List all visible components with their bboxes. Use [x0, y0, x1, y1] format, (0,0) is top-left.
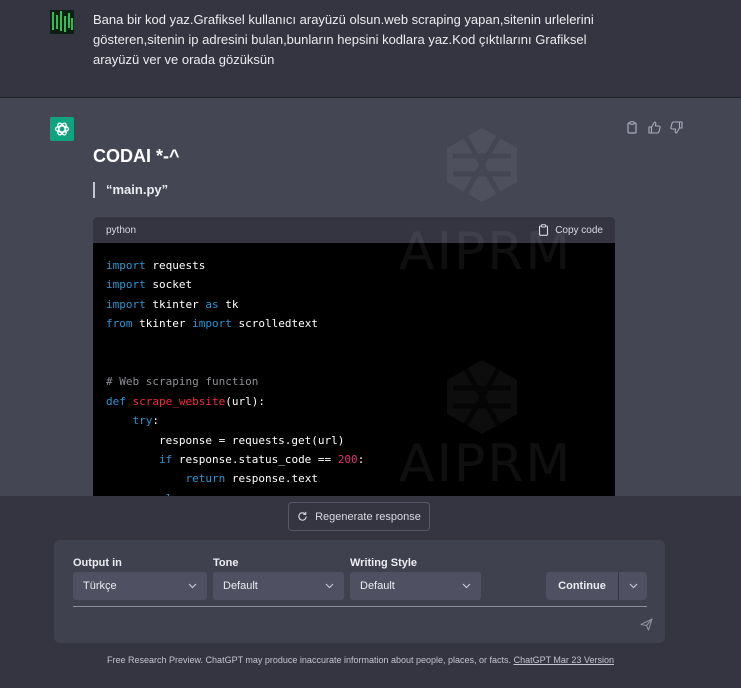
assistant-message-row: CODAI *-^ “main.py” python Copy code AIP…	[0, 98, 741, 500]
code-line: from tkinter import scrolledtext	[106, 317, 318, 331]
continue-button[interactable]: Continue	[546, 572, 618, 600]
thumbs-up-icon[interactable]	[646, 119, 662, 135]
refresh-icon	[298, 511, 307, 521]
user-message-text: Bana bir kod yaz.Grafiksel kullanıcı ara…	[93, 12, 594, 67]
footer-version-link[interactable]: ChatGPT Mar 23 Version	[514, 655, 614, 665]
output-in-select[interactable]: Türkçe	[73, 572, 207, 600]
chevron-down-icon	[188, 583, 197, 589]
aiprm-watermark-logo-icon	[447, 128, 517, 202]
response-title: CODAI *-^	[93, 146, 180, 166]
tone-value: Default	[223, 580, 258, 592]
chevron-down-icon	[325, 583, 334, 589]
user-message-row: Bana bir kod yaz.Grafiksel kullanıcı ara…	[0, 0, 741, 98]
code-language: python	[106, 224, 137, 236]
aiprm-watermark-logo-icon	[447, 360, 517, 434]
thumbs-down-icon[interactable]	[668, 119, 684, 135]
continue-dropdown-button[interactable]	[618, 572, 647, 600]
blockquote: “main.py”	[93, 182, 168, 198]
composer-area: Regenerate response Output in Türkçe Ton…	[0, 496, 741, 688]
chevron-down-icon	[462, 583, 471, 589]
code-line: def scrape_website(url):	[106, 394, 265, 408]
chevron-down-icon	[629, 583, 637, 589]
tone-label: Tone	[213, 557, 239, 569]
send-icon[interactable]	[640, 618, 653, 631]
message-actions	[624, 119, 684, 135]
regenerate-label: Regenerate response	[315, 510, 421, 523]
aiprm-watermark: AIPRM	[399, 222, 573, 282]
continue-button-group: Continue	[546, 572, 647, 600]
output-in-label: Output in	[73, 557, 122, 569]
user-avatar	[50, 10, 74, 34]
code-content: AIPRM AIPRM import requests import socket im…	[93, 222, 615, 500]
panel-divider	[73, 606, 647, 607]
footer-text: Free Research Preview. ChatGPT may produ…	[107, 655, 512, 665]
aiprm-prompt-panel: Output in Türkçe Tone Default Writing St…	[54, 540, 665, 643]
output-in-value: Türkçe	[83, 580, 117, 592]
regenerate-response-button[interactable]: Regenerate response	[288, 502, 430, 531]
code-line: import tkinter as tk	[106, 297, 239, 311]
code-line: # Web scraping function	[106, 375, 259, 389]
writing-style-select[interactable]: Default	[350, 572, 481, 600]
writing-style-label: Writing Style	[350, 557, 418, 569]
writing-style-value: Default	[360, 580, 395, 592]
code-line: try:	[132, 414, 160, 428]
aiprm-watermark: AIPRM	[399, 434, 573, 494]
clipboard-icon[interactable]	[624, 119, 640, 135]
tone-select[interactable]: Default	[213, 572, 344, 600]
chatgpt-logo-icon	[50, 117, 74, 141]
footer-disclaimer: Free Research Preview. ChatGPT may produ…	[0, 655, 721, 665]
code-block: python Copy code AIPRM AIPRM import reques…	[93, 217, 615, 500]
